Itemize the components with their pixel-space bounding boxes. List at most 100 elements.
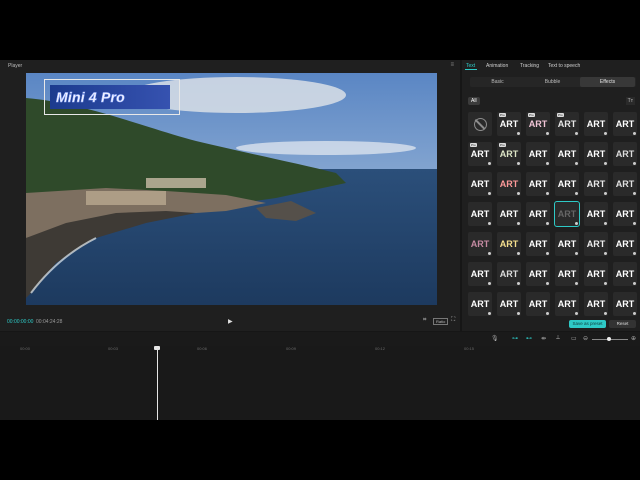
zoom-slider-handle[interactable]: [607, 337, 611, 341]
effect-preset[interactable]: ART: [526, 232, 550, 256]
effect-label: ART: [499, 119, 519, 129]
tab-text-to-speech[interactable]: Text to speech: [548, 63, 580, 69]
effect-preset[interactable]: ART Pro: [526, 112, 550, 136]
effect-preset[interactable]: ART: [584, 202, 608, 226]
effect-preset[interactable]: ART: [584, 112, 608, 136]
timeline[interactable]: 00:00 00:03 00:06 00:09 00:12 00:15: [0, 346, 640, 420]
subtab-effects[interactable]: Effects: [580, 77, 635, 87]
menu-icon[interactable]: ≡: [450, 62, 454, 68]
timeline-toolbar: 🎙 ⊶ ⊷ ⇹ ⟂ ▭ ⊖ ⊕: [0, 332, 640, 346]
effect-preset[interactable]: ART: [555, 292, 579, 316]
effect-preset[interactable]: ART: [497, 232, 521, 256]
ratio-button[interactable]: Ratio: [433, 318, 449, 325]
inspector-panel: Text Animation Tracking Text to speech B…: [462, 60, 640, 331]
effect-preset[interactable]: ART: [468, 172, 492, 196]
effect-preset[interactable]: ART: [613, 262, 637, 286]
effect-preset[interactable]: ART: [555, 172, 579, 196]
effect-preset[interactable]: ART: [613, 292, 637, 316]
text-size-icon[interactable]: Tт: [625, 97, 635, 105]
effect-label: ART: [470, 269, 490, 279]
effect-label: ART: [615, 179, 635, 189]
effect-preset[interactable]: ART Pro: [497, 142, 521, 166]
effect-preset[interactable]: ART: [468, 262, 492, 286]
ruler-tick: 00:09: [286, 346, 297, 351]
effect-preset[interactable]: ART: [526, 142, 550, 166]
effect-preset[interactable]: ART: [526, 262, 550, 286]
play-icon[interactable]: ▶: [228, 318, 233, 325]
effect-preset[interactable]: ART: [555, 262, 579, 286]
none-effect-icon: [473, 117, 487, 131]
tab-animation[interactable]: Animation: [486, 63, 508, 69]
effect-label: ART: [586, 179, 606, 189]
tab-tracking[interactable]: Tracking: [520, 63, 539, 69]
playhead[interactable]: [157, 346, 158, 420]
zoom-out-icon[interactable]: ⊖: [583, 335, 588, 342]
effect-preset[interactable]: ART: [613, 112, 637, 136]
effect-label: ART: [528, 179, 548, 189]
link-icon[interactable]: ⊶: [512, 335, 518, 342]
effect-preset[interactable]: ART: [468, 292, 492, 316]
effect-preset[interactable]: ART: [613, 142, 637, 166]
effect-preset[interactable]: ART: [613, 172, 637, 196]
effect-preset[interactable]: ART: [497, 172, 521, 196]
time-ruler[interactable]: 00:00 00:03 00:06 00:09 00:12 00:15: [0, 346, 640, 354]
filter-all-chip[interactable]: All: [468, 97, 480, 105]
effect-preset[interactable]: ART: [554, 201, 580, 227]
effect-label: ART: [615, 209, 635, 219]
effect-preset[interactable]: ART Pro: [555, 112, 579, 136]
effect-preset[interactable]: ART Pro: [468, 142, 492, 166]
effect-preset[interactable]: ART: [468, 202, 492, 226]
microphone-icon[interactable]: 🎙: [491, 335, 499, 342]
effect-label: ART: [586, 239, 606, 249]
effect-preset[interactable]: ART: [526, 292, 550, 316]
effect-preset[interactable]: ART: [584, 142, 608, 166]
crop-icon[interactable]: ⌗: [423, 317, 426, 324]
effect-label: ART: [615, 149, 635, 159]
subtab-basic[interactable]: Basic: [470, 77, 525, 87]
magnet-icon[interactable]: ⊷: [526, 335, 532, 342]
effect-label: ART: [557, 209, 577, 219]
download-icon: [633, 162, 636, 165]
effect-preset[interactable]: ART: [526, 172, 550, 196]
effect-label: ART: [470, 239, 490, 249]
effect-preset[interactable]: ART: [555, 142, 579, 166]
ruler-tick: 00:15: [464, 346, 475, 351]
effect-none[interactable]: [468, 112, 492, 136]
effect-preset[interactable]: ART: [555, 232, 579, 256]
effect-preset[interactable]: ART: [584, 172, 608, 196]
overlay-title: Mini 4 Pro: [56, 89, 125, 106]
effect-preset[interactable]: ART: [526, 202, 550, 226]
effect-preset[interactable]: ART: [584, 292, 608, 316]
effect-label: ART: [470, 299, 490, 309]
effect-preset[interactable]: ART: [468, 232, 492, 256]
effect-preset[interactable]: ART Pro: [497, 112, 521, 136]
subtab-bubble[interactable]: Bubble: [525, 77, 580, 87]
effect-preset[interactable]: ART: [497, 202, 521, 226]
effect-preset[interactable]: ART: [613, 202, 637, 226]
reset-button[interactable]: Reset: [609, 320, 636, 328]
download-icon: [633, 222, 636, 225]
text-overlay[interactable]: Mini 4 Pro: [44, 79, 180, 115]
pro-badge: Pro: [470, 143, 477, 147]
effect-label: ART: [528, 209, 548, 219]
effect-preset[interactable]: ART: [497, 262, 521, 286]
caption-icon[interactable]: ▭: [571, 335, 577, 342]
effect-preset[interactable]: ART: [584, 232, 608, 256]
effect-preset[interactable]: ART: [584, 262, 608, 286]
zoom-in-icon[interactable]: ⊕: [631, 335, 636, 342]
effect-label: ART: [499, 269, 519, 279]
effect-preset[interactable]: ART: [497, 292, 521, 316]
download-icon: [546, 222, 549, 225]
preview-axis-icon[interactable]: ⟂: [556, 335, 560, 342]
download-icon: [517, 192, 520, 195]
split-icon[interactable]: ⇹: [541, 335, 546, 342]
download-icon: [488, 222, 491, 225]
fullscreen-icon[interactable]: ⛶: [451, 317, 455, 324]
ruler-tick: 00:12: [375, 346, 386, 351]
save-preset-button[interactable]: Save as preset: [569, 320, 606, 328]
effect-label: ART: [528, 119, 548, 129]
video-preview[interactable]: Mini 4 Pro: [26, 73, 437, 305]
download-icon: [488, 282, 491, 285]
effect-preset[interactable]: ART: [613, 232, 637, 256]
download-icon: [546, 252, 549, 255]
